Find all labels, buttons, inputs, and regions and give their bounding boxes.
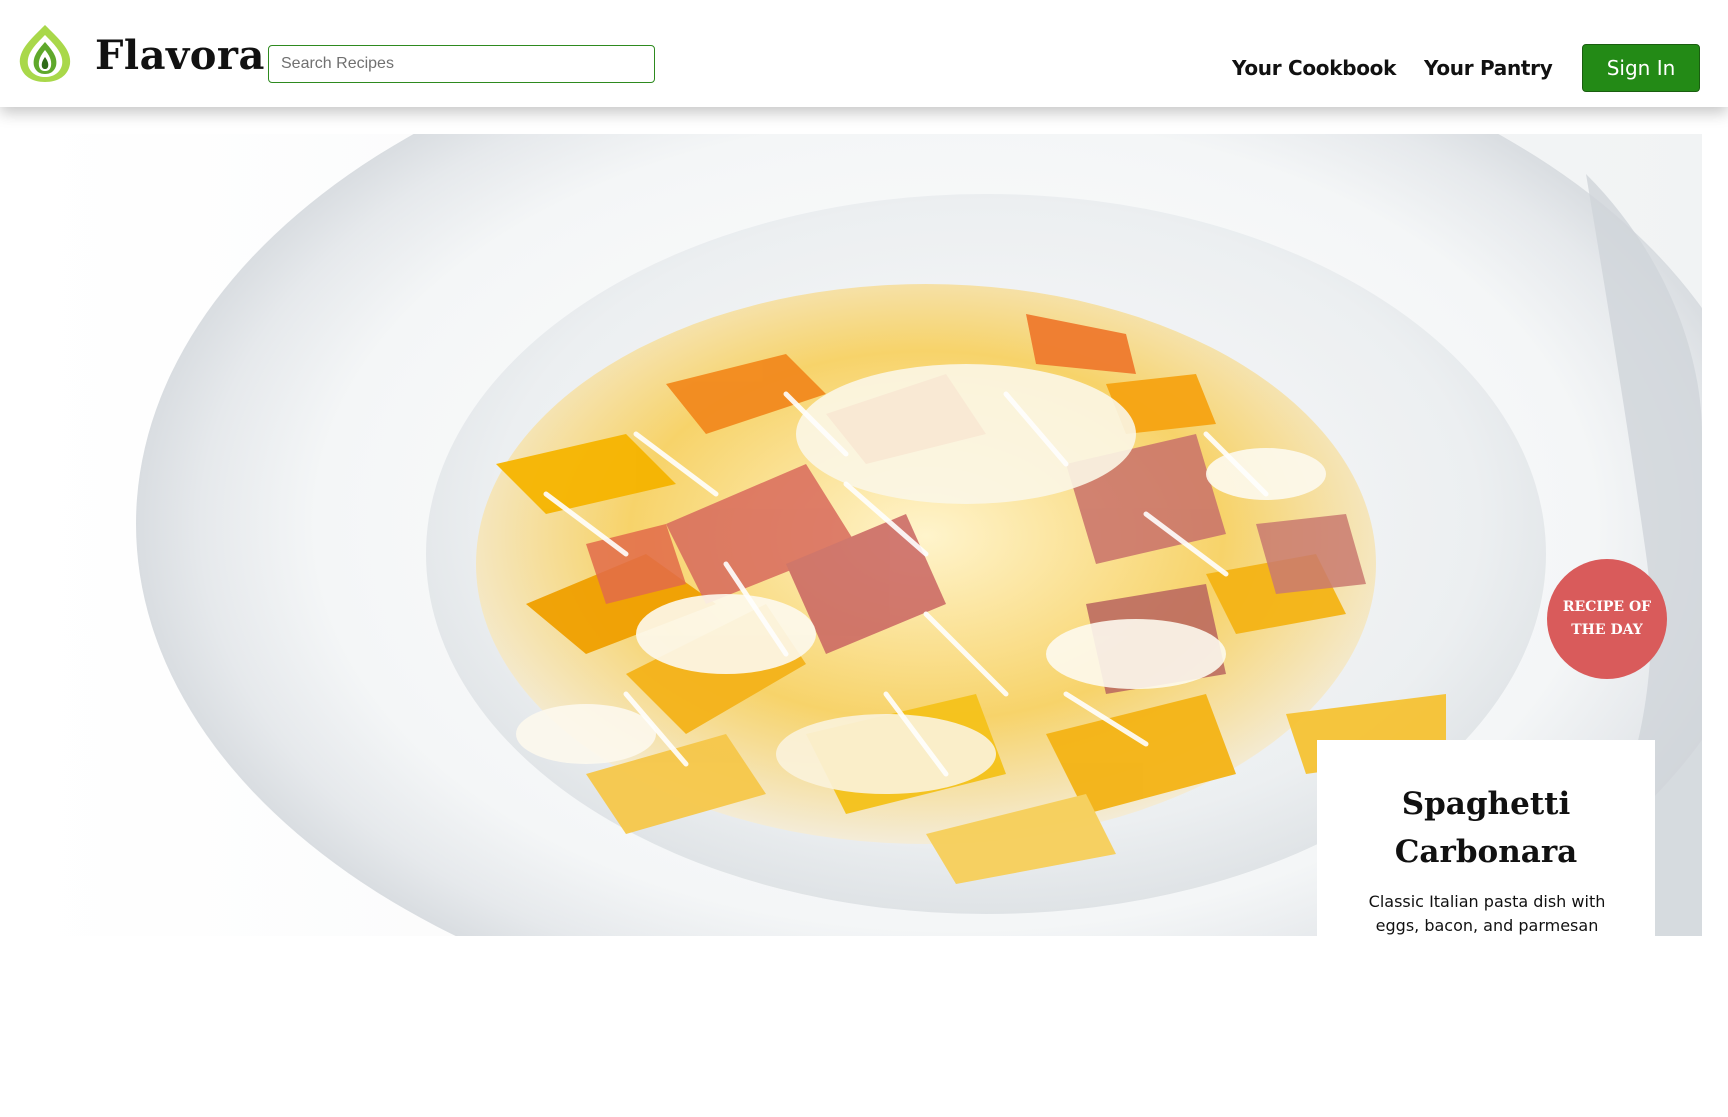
recipe-of-the-day-badge: RECIPE OF THE DAY xyxy=(1547,559,1667,679)
nav-your-pantry[interactable]: Your Pantry xyxy=(1424,56,1553,80)
recipe-card[interactable]: Spaghetti Carbonara Classic Italian past… xyxy=(1317,740,1655,936)
search-input[interactable] xyxy=(268,45,655,83)
recipe-title[interactable]: Spaghetti Carbonara xyxy=(1317,780,1655,876)
leaf-flame-icon[interactable] xyxy=(14,22,76,84)
recipe-description: Classic Italian pasta dish with eggs, ba… xyxy=(1368,892,1606,935)
nav-your-cookbook[interactable]: Your Cookbook xyxy=(1232,56,1396,80)
top-header: Flavora Your Cookbook Your Pantry Sign I… xyxy=(0,0,1728,107)
sign-in-button[interactable]: Sign In xyxy=(1582,44,1700,92)
badge-label: RECIPE OF THE DAY xyxy=(1562,599,1652,638)
brand-name[interactable]: Flavora xyxy=(95,36,265,76)
hero-section: Spaghetti Carbonara Classic Italian past… xyxy=(26,134,1702,936)
